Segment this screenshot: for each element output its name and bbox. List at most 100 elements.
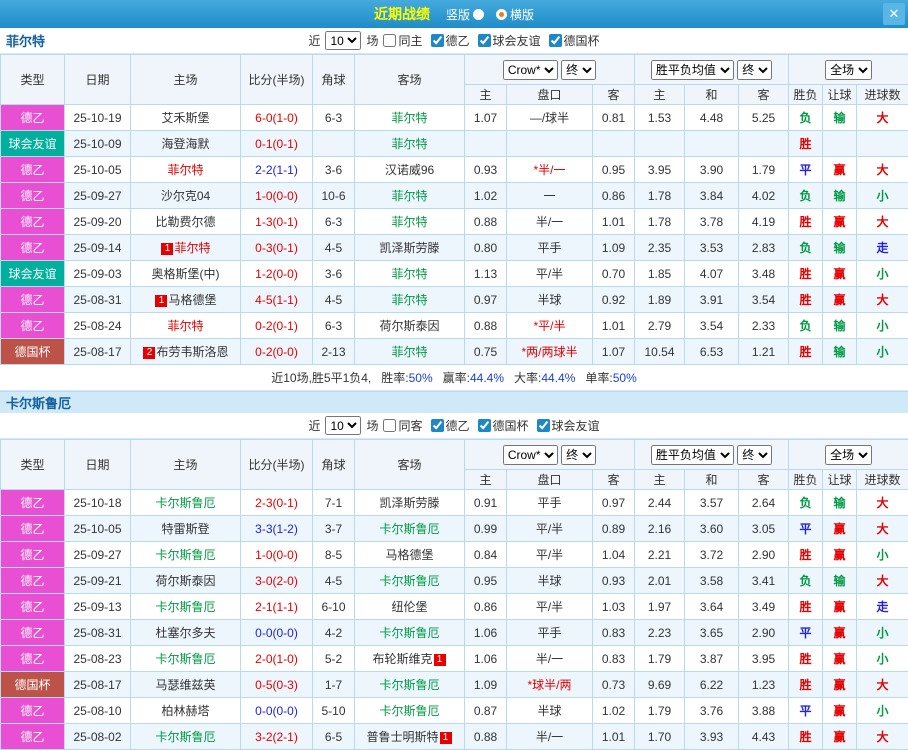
filter-checkbox-球会友谊[interactable]: 球会友谊 [536,417,600,434]
handicap-result-cell: 赢 [822,697,858,724]
filter-checkbox-德乙[interactable]: 德乙 [430,417,470,434]
checkbox-input[interactable] [477,34,491,47]
odds-company-select[interactable]: Crow* [502,59,558,80]
checkbox-label: 球会友谊 [551,419,600,433]
checkbox-input[interactable] [536,419,550,432]
sub-header-eu-draw: 和 [684,84,740,105]
match-row: 德乙 25-08-31 1 马格德堡 4-5(1-1) 4-5 菲尔特 0.97 半球 0.92 1… [0,286,908,313]
odds-stage-select[interactable]: 终 [561,444,597,465]
filter-checkbox-德国杯[interactable]: 德国杯 [477,417,529,434]
filter-checkbox-球会友谊[interactable]: 球会友谊 [477,32,541,49]
value-text: 0-1(0-1) [255,136,298,151]
team-name: 马格德堡 [168,293,217,307]
close-button[interactable]: ✕ [883,3,905,25]
team-name: 卡尔斯鲁厄 [379,574,440,588]
europe-stage-select[interactable]: 终 [737,444,773,465]
odds-stage-select[interactable]: 终 [561,59,597,80]
checkbox-input[interactable] [430,34,444,47]
full-match-select[interactable]: 全场 [825,444,873,465]
league-type-cell: 德乙 [0,312,65,339]
date-cell: 25-09-21 [64,567,131,594]
radio-unchecked-icon[interactable] [473,8,484,20]
match-row: 德乙 25-09-13 卡尔斯鲁厄 2-1(1-1) 6-10 纽伦堡 0.86 平/半 1.0… [0,593,908,620]
checkbox-input[interactable] [430,419,444,432]
value-text: 4-5(1-1) [255,292,298,307]
europe-draw-odds-cell: 4.07 [684,260,740,287]
checkbox-input[interactable] [548,34,562,47]
filter-checkbox-同主[interactable]: 同主 [383,32,423,49]
europe-home-odds-cell: 2.23 [634,619,686,646]
filter-checkbox-德乙[interactable]: 德乙 [430,32,470,49]
value-text: *球半/两 [527,678,572,692]
handicap-result-cell: 输 [822,567,858,594]
corner-cell: 6-3 [312,104,355,131]
layout-radio-horizontal[interactable]: 横版 [496,6,534,23]
corner-cell: 10-6 [312,182,355,209]
europe-away-odds-cell: 2.64 [738,489,790,516]
match-count-select[interactable]: 10 [325,416,362,435]
full-match-select[interactable]: 全场 [825,59,873,80]
filter-checkbox-group: 同客 德乙 德国杯 球会友谊 [383,417,600,434]
away-team-cell: 菲尔特 [354,260,465,287]
sub-header-eu-home: 主 [634,84,686,105]
value-text: 半/一 [535,730,564,744]
handicap-result-cell: 赢 [822,619,858,646]
layout-radio-vertical[interactable]: 竖版 [446,6,484,23]
value-text: 平 [799,163,812,177]
europe-draw-odds-cell: 3.76 [684,697,740,724]
column-header-date: 日期 [64,439,131,490]
odds-company-select[interactable]: Crow* [502,444,558,465]
checkbox-label: 德乙 [445,419,470,433]
result-header: 全场 [788,54,908,85]
asia-home-odds-cell: 0.91 [464,489,507,516]
team2-controls-row: 近 10 场 同客 德乙 德国杯 球会友谊 [0,413,908,439]
score-cell: 0-2(0-0) [240,338,313,365]
value-text: 3-3(1-2) [255,521,298,536]
home-team-cell: 艾禾斯堡 [130,104,241,131]
radio-checked-icon[interactable] [496,8,507,20]
checkbox-input[interactable] [383,419,397,432]
value-text: 平 [799,704,812,718]
red-card-badge: 1 [155,295,168,307]
away-team-cell: 凯泽斯劳滕 [354,489,465,516]
europe-stage-select[interactable]: 终 [737,59,773,80]
asia-handicap-cell: —/球半 [506,104,593,131]
value-text: 小 [876,548,889,562]
home-team-cell: 1 马格德堡 [130,286,241,313]
result-cell: 胜 [788,723,824,750]
europe-away-odds-cell: 3.48 [738,260,790,287]
value-text: 输 [833,111,846,125]
away-team-cell: 菲尔特 [354,338,465,365]
asia-handicap-cell: 平/半 [506,260,593,287]
match-count-select[interactable]: 10 [325,31,362,50]
europe-draw-odds-cell: 3.54 [684,312,740,339]
europe-odds-select[interactable]: 胜平负均值 [650,444,734,465]
handicap-result-cell: 输 [822,312,858,339]
corner-cell: 3-6 [312,260,355,287]
checkbox-label: 德乙 [445,34,470,48]
sub-header-let: 让球 [822,469,858,490]
europe-away-odds-cell: 3.49 [738,593,790,620]
home-team-cell: 沙尔克04 [130,182,241,209]
value-text: 大 [876,678,889,692]
filter-checkbox-德国杯[interactable]: 德国杯 [548,32,600,49]
value-text: 2-0(1-0) [255,651,298,666]
goals-result-cell: 小 [856,645,908,672]
team-name: 柏林赫塔 [161,704,210,718]
goals-result-cell: 走 [856,593,908,620]
filter-checkbox-同客[interactable]: 同客 [383,417,423,434]
score-cell: 1-0(0-0) [240,541,313,568]
corner-cell: 6-3 [312,208,355,235]
date-cell: 25-10-09 [64,130,131,157]
league-type-cell: 球会友谊 [0,260,65,287]
away-team-cell: 卡尔斯鲁厄 [354,567,465,594]
team-name: 艾禾斯堡 [161,111,210,125]
europe-odds-select[interactable]: 胜平负均值 [650,59,734,80]
date-cell: 25-10-18 [64,489,131,516]
checkbox-input[interactable] [477,419,491,432]
asia-home-odds-cell: 0.97 [464,286,507,313]
match-row: 球会友谊 25-10-09 海登海默 0-1(0-1) 菲尔特 胜 [0,130,908,157]
summary-stat: 赢率:44.4% [442,371,505,385]
checkbox-input[interactable] [383,34,397,47]
date-cell: 25-08-24 [64,312,131,339]
